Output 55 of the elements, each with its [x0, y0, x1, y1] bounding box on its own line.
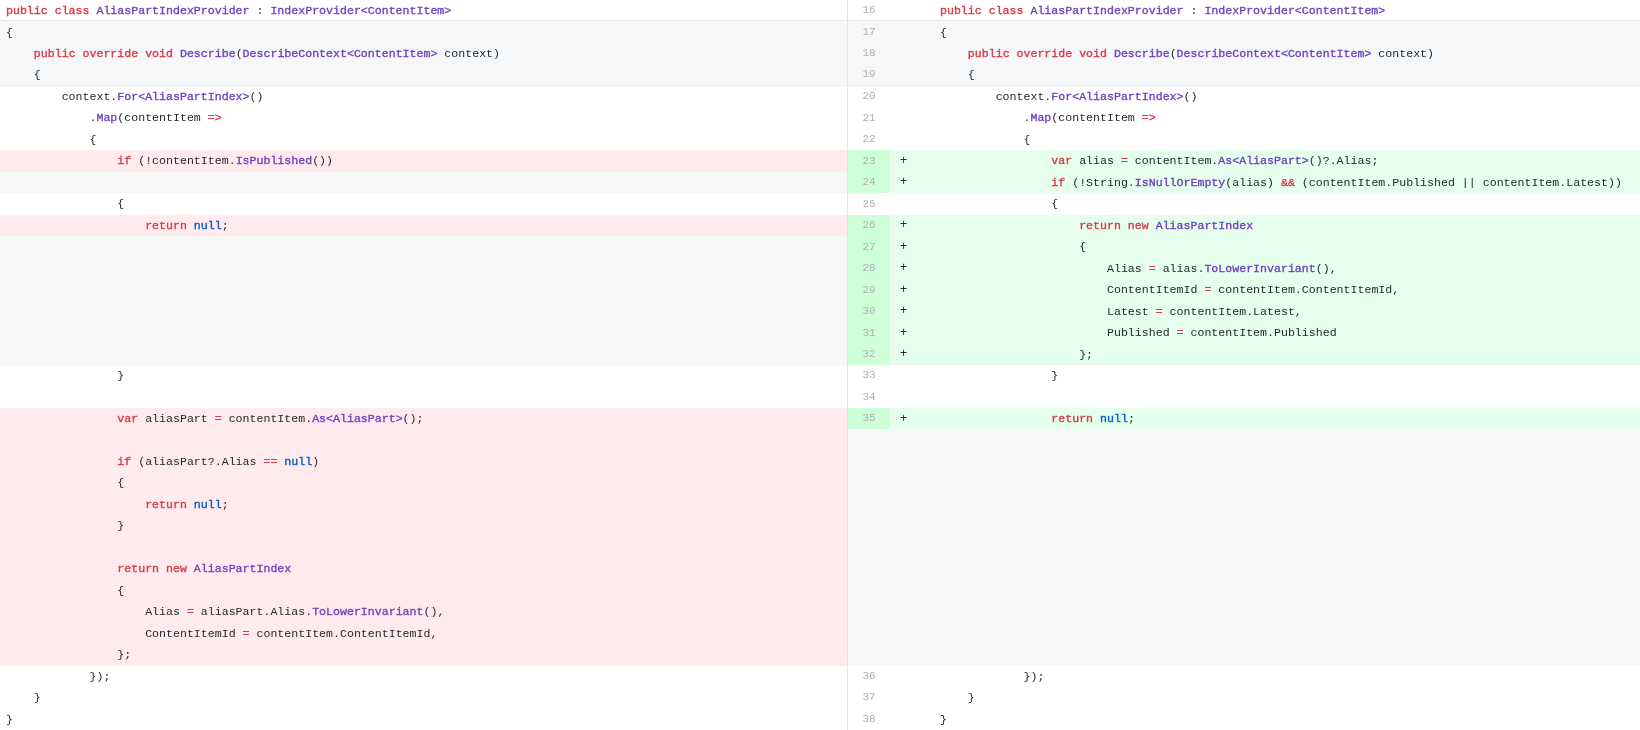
code-line: var alias = contentItem.As<AliasPart>()?.Alias; — [1050, 153, 1380, 170]
line-number: 17 — [861, 24, 877, 40]
code-line: }); — [1022, 668, 1046, 685]
line-number: 31 — [848, 322, 890, 344]
diff-sign: + — [899, 410, 909, 428]
line-number: 22 — [861, 132, 877, 148]
line-number: 35 — [848, 407, 890, 430]
line-number: 16 — [861, 3, 877, 18]
code-line: Latest = contentItem.Latest, — [1105, 303, 1303, 320]
line-number: 20 — [861, 89, 877, 105]
line-number: 18 — [861, 46, 877, 62]
code-line: }; — [1078, 346, 1095, 363]
code-line: { — [1078, 239, 1088, 256]
code-line: .Map(contentItem => — [1022, 110, 1157, 127]
code-line: { — [1050, 196, 1060, 213]
diff-sign: + — [899, 174, 909, 192]
code-line: { — [940, 24, 948, 41]
diff-sign: + — [899, 324, 909, 342]
line-number: 21 — [861, 110, 877, 126]
line-number: 29 — [848, 279, 890, 301]
line-number: 38 — [861, 711, 877, 727]
line-number: 33 — [861, 368, 877, 384]
line-number: 34 — [861, 389, 877, 405]
code-line: Alias = alias.ToLowerInvariant(), — [1105, 260, 1338, 277]
code-line: public class AliasPartIndexProvider : IndexProvider<ContentItem> — [940, 2, 1387, 19]
diff-sign: + — [899, 346, 909, 364]
line-number: 26 — [848, 214, 890, 237]
code-line: context.For<AliasPartIndex>() — [994, 88, 1199, 105]
line-number: 36 — [861, 669, 877, 684]
code-line: } — [940, 711, 948, 728]
code-line: return null; — [1050, 410, 1136, 427]
code-line: ContentItemId = contentItem.ContentItemId, — [1105, 282, 1401, 299]
diff-sign: + — [899, 238, 909, 256]
line-number: 19 — [861, 67, 877, 83]
line-number: 32 — [848, 343, 890, 365]
code-line: if (!String.IsNullOrEmpty(alias) && (contentItem.Published || contentItem.Latest)) — [1050, 174, 1623, 191]
line-number: 27 — [848, 236, 890, 258]
diff-sign: + — [899, 303, 909, 321]
diff-sign: + — [899, 281, 909, 299]
code-line: public override void Describe(DescribeContext<ContentItem> context) — [966, 45, 1436, 62]
line-number: 23 — [848, 150, 890, 172]
diff-sign: + — [899, 260, 909, 278]
diff-sign: + — [899, 217, 909, 235]
code-line: } — [966, 690, 976, 707]
code-line: return new AliasPartIndex — [1078, 217, 1255, 234]
line-number: 30 — [848, 300, 890, 323]
line-number: 25 — [861, 196, 877, 212]
line-number: 28 — [848, 257, 890, 280]
line-number: 24 — [848, 171, 890, 194]
code-line: { — [1022, 131, 1032, 148]
code-line: Published = contentItem.Published — [1105, 325, 1338, 342]
diff-sign: + — [899, 153, 909, 170]
line-number: 37 — [861, 690, 877, 706]
code-line: { — [966, 66, 976, 83]
code-line: } — [1050, 368, 1060, 384]
